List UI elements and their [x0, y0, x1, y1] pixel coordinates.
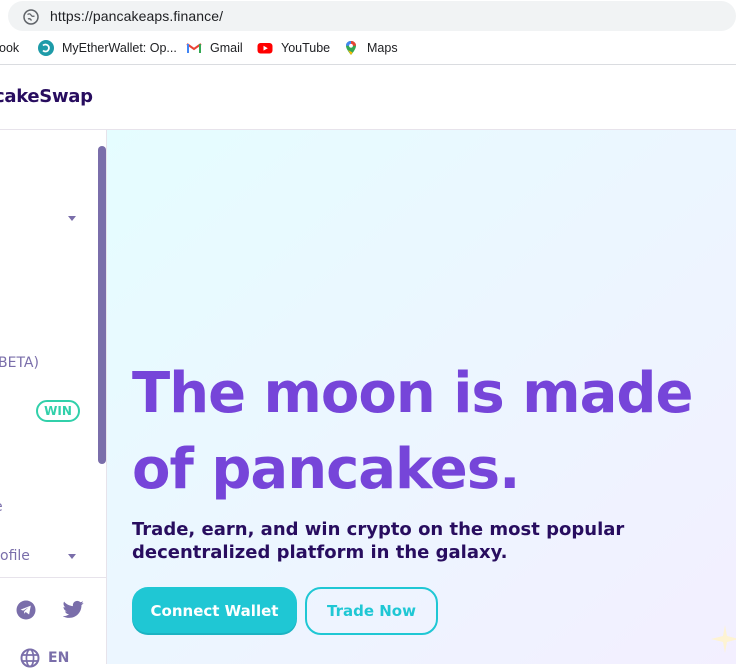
- bookmark-myetherwallet[interactable]: MyEtherWallet: Op...: [38, 39, 177, 57]
- bookmark-label: ook: [0, 41, 20, 55]
- hero-subtitle: Trade, earn, and win crypto on the most …: [132, 518, 652, 564]
- hero-title-line-1: The moon is made: [132, 361, 693, 426]
- sidebar-item-label[interactable]: e: [0, 499, 3, 515]
- bookmarks-bar: ook MyEtherWallet: Op... Gmail YouTube M…: [0, 32, 736, 65]
- myetherwallet-icon: [38, 40, 54, 56]
- url-text[interactable]: https://pancakeaps.finance/: [50, 8, 223, 24]
- connect-wallet-button[interactable]: Connect Wallet: [132, 587, 297, 635]
- site-info-icon[interactable]: [23, 9, 39, 25]
- hero-section: The moon is made of pancakes. Trade, ear…: [107, 130, 736, 664]
- bookmark-youtube[interactable]: YouTube: [257, 39, 330, 57]
- chevron-down-icon[interactable]: [68, 216, 76, 221]
- bookmark-label: YouTube: [281, 41, 331, 55]
- bookmark-gmail[interactable]: Gmail: [186, 39, 243, 57]
- browser-url-bar: https://pancakeaps.finance/: [0, 0, 736, 32]
- gmail-icon: [186, 43, 202, 53]
- sidebar-item-label[interactable]: BETA): [0, 355, 39, 371]
- maps-icon: [346, 41, 356, 55]
- win-badge: WIN: [36, 400, 80, 422]
- telegram-icon[interactable]: [16, 600, 36, 620]
- trade-now-button[interactable]: Trade Now: [305, 587, 438, 635]
- chevron-down-icon[interactable]: [68, 554, 76, 559]
- sparkle-icon: [711, 625, 736, 653]
- hero-title: The moon is made of pancakes.: [132, 356, 732, 508]
- youtube-icon: [257, 43, 273, 54]
- globe-icon[interactable]: [20, 648, 40, 668]
- sidebar: [0, 130, 107, 664]
- bookmark-label: Gmail: [210, 41, 243, 55]
- hero-title-line-2: of pancakes.: [132, 437, 520, 502]
- bookmark-label: MyEtherWallet: Op...: [62, 41, 177, 55]
- hero-subtitle-line-2: decentralized platform in the galaxy.: [132, 542, 508, 563]
- sidebar-divider: [0, 577, 106, 578]
- sidebar-item-profile[interactable]: ofile: [0, 548, 30, 564]
- bookmark-label: Maps: [367, 41, 398, 55]
- logo[interactable]: cakeSwap: [0, 86, 93, 107]
- address-bar[interactable]: https://pancakeaps.finance/: [8, 1, 736, 31]
- bookmark-facebook[interactable]: ook: [0, 39, 19, 57]
- app-header: cakeSwap: [0, 65, 736, 130]
- sidebar-scrollbar[interactable]: [98, 146, 106, 464]
- hero-subtitle-line-1: Trade, earn, and win crypto on the most …: [132, 519, 625, 540]
- bookmark-maps[interactable]: Maps: [343, 39, 398, 57]
- twitter-icon[interactable]: [63, 600, 84, 619]
